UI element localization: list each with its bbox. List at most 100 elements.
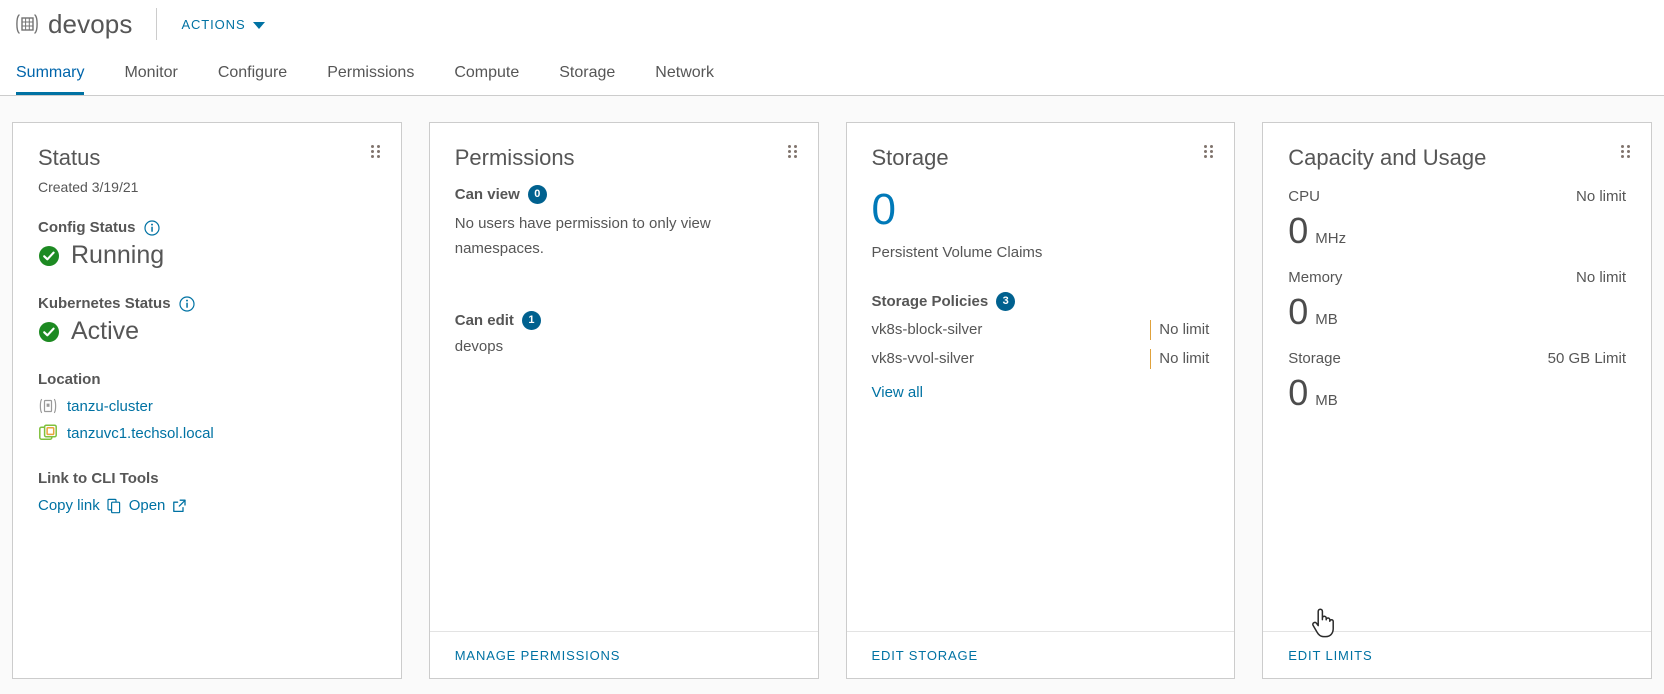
permissions-card-body: Permissions Can view 0 No users have per… <box>430 123 818 631</box>
tab-configure[interactable]: Configure <box>198 63 307 95</box>
tab-permissions[interactable]: Permissions <box>307 63 434 95</box>
storage-policy-row: vk8s-vvol-silver No limit <box>871 349 1209 369</box>
kubernetes-status-label: Kubernetes Status <box>38 295 171 312</box>
drag-handle-icon[interactable] <box>1204 145 1216 159</box>
capacity-metric-value-row: 0 MHz <box>1288 210 1626 252</box>
status-card: Status Created 3/19/21 Config Status Run… <box>12 122 402 679</box>
capacity-metric-header: Memory No limit <box>1288 268 1626 287</box>
can-view-header: Can view 0 <box>455 185 793 204</box>
info-circle-icon[interactable] <box>178 295 195 312</box>
can-view-count-badge: 0 <box>527 185 547 204</box>
can-view-label: Can view <box>454 186 520 203</box>
object-header: devops ACTIONS <box>0 0 1664 48</box>
capacity-metric-limit: 50 GB Limit <box>1547 350 1626 367</box>
drag-handle-icon[interactable] <box>370 145 383 159</box>
success-check-icon <box>38 321 60 343</box>
manage-permissions-button[interactable]: MANAGE PERMISSIONS <box>455 648 621 663</box>
created-date: Created 3/19/21 <box>38 179 139 195</box>
info-circle-icon[interactable] <box>143 219 160 236</box>
kubernetes-status-label-row: Kubernetes Status <box>38 294 376 313</box>
summary-card-row: Status Created 3/19/21 Config Status Run… <box>0 97 1664 694</box>
can-view-description: No users have permission to only view na… <box>454 215 711 257</box>
header-divider <box>156 8 158 40</box>
drag-handle-icon[interactable] <box>1621 145 1633 159</box>
vcenter-icon <box>38 423 58 443</box>
tab-label: Network <box>655 64 714 81</box>
capacity-metric-unit: MHz <box>1315 230 1347 247</box>
cli-tools-links: Copy link Open <box>38 496 376 515</box>
capacity-metric-unit: MB <box>1315 311 1338 328</box>
location-cluster-row[interactable]: tanzu-cluster <box>38 396 376 416</box>
permissions-card-footer: MANAGE PERMISSIONS <box>429 631 818 678</box>
storage-policies-count-badge: 3 <box>996 292 1016 311</box>
tab-label: Summary <box>16 64 85 81</box>
storage-policy-row: vk8s-block-silver No limit <box>871 320 1209 340</box>
config-status-value-row: Running <box>38 241 376 270</box>
storage-policy-name: vk8s-vvol-silver <box>871 350 975 367</box>
capacity-metric-name: Memory <box>1288 269 1343 286</box>
storage-policy-name: vk8s-block-silver <box>871 321 983 338</box>
capacity-card-footer: EDIT LIMITS <box>1263 631 1651 678</box>
tab-label: Configure <box>217 64 288 81</box>
storage-card-footer: EDIT STORAGE <box>846 631 1235 678</box>
edit-limits-button[interactable]: EDIT LIMITS <box>1288 648 1372 663</box>
tab-network[interactable]: Network <box>635 63 734 95</box>
storage-card-body: Storage 0 Persistent Volume Claims Stora… <box>847 123 1235 631</box>
cluster-link[interactable]: tanzu-cluster <box>67 397 153 416</box>
tab-label: Storage <box>559 64 616 81</box>
namespace-icon <box>12 11 42 37</box>
config-status-label: Config Status <box>38 219 136 236</box>
tab-label: Permissions <box>327 64 415 81</box>
vsphere-namespace-summary-page: devops ACTIONS Summary Monitor Configure… <box>0 0 1664 694</box>
can-edit-users: devops <box>454 338 504 355</box>
capacity-card-title: Capacity and Usage <box>1288 145 1487 170</box>
success-check-icon <box>38 245 60 267</box>
can-edit-label: Can edit <box>454 312 514 329</box>
storage-card-title: Storage <box>871 145 949 170</box>
capacity-metric-cpu: CPU No limit 0 MHz <box>1288 187 1626 252</box>
actions-menu-button[interactable]: ACTIONS <box>179 13 266 36</box>
edit-storage-button[interactable]: EDIT STORAGE <box>872 648 979 663</box>
capacity-metric-limit: No limit <box>1575 269 1626 286</box>
storage-policy-limit: No limit <box>1150 349 1209 369</box>
location-vcenter-row[interactable]: tanzuvc1.techsol.local <box>38 423 376 443</box>
page-title: devops <box>48 9 133 39</box>
storage-policies-header: Storage Policies 3 <box>872 292 1210 311</box>
chevron-down-icon <box>252 21 265 29</box>
tab-storage[interactable]: Storage <box>539 63 635 95</box>
status-card-body: Status Created 3/19/21 Config Status Run… <box>13 123 401 678</box>
permissions-card: Permissions Can view 0 No users have per… <box>428 122 819 679</box>
capacity-metric-header: CPU No limit <box>1288 187 1626 206</box>
tab-compute[interactable]: Compute <box>434 63 539 95</box>
permissions-card-title: Permissions <box>454 145 575 170</box>
tab-monitor[interactable]: Monitor <box>104 63 197 95</box>
config-status-value: Running <box>71 241 165 269</box>
tab-bar: Summary Monitor Configure Permissions Co… <box>0 48 1664 96</box>
vcenter-link[interactable]: tanzuvc1.techsol.local <box>67 424 214 443</box>
location-label: Location <box>38 371 101 388</box>
tab-label: Compute <box>454 64 520 81</box>
can-edit-header: Can edit 1 <box>455 311 793 330</box>
capacity-metric-value: 0 <box>1288 291 1309 332</box>
view-all-policies-link[interactable]: View all <box>872 383 923 402</box>
capacity-and-usage-card: Capacity and Usage CPU No limit 0 MHz Me… <box>1262 122 1652 679</box>
copy-icon[interactable] <box>107 498 122 514</box>
cli-tools-label: Link to CLI Tools <box>38 470 159 487</box>
drag-handle-icon[interactable] <box>787 145 800 159</box>
capacity-metric-name: Storage <box>1288 350 1341 367</box>
capacity-metric-memory: Memory No limit 0 MB <box>1288 268 1626 333</box>
capacity-metric-value: 0 <box>1288 210 1309 251</box>
open-link-button[interactable]: Open <box>129 496 166 515</box>
external-link-icon[interactable] <box>172 498 187 514</box>
storage-card: Storage 0 Persistent Volume Claims Stora… <box>845 122 1236 679</box>
actions-menu-label: ACTIONS <box>181 16 246 32</box>
capacity-metric-value-row: 0 MB <box>1288 291 1626 333</box>
tab-summary[interactable]: Summary <box>12 63 104 95</box>
config-status-label-row: Config Status <box>38 218 376 237</box>
storage-policies-label: Storage Policies <box>871 293 989 310</box>
kubernetes-status-value: Active <box>71 317 140 345</box>
capacity-metric-value-row: 0 MB <box>1288 372 1626 414</box>
copy-link-button[interactable]: Copy link <box>38 496 100 515</box>
capacity-metric-header: Storage 50 GB Limit <box>1288 349 1626 368</box>
tab-label: Monitor <box>124 64 178 81</box>
